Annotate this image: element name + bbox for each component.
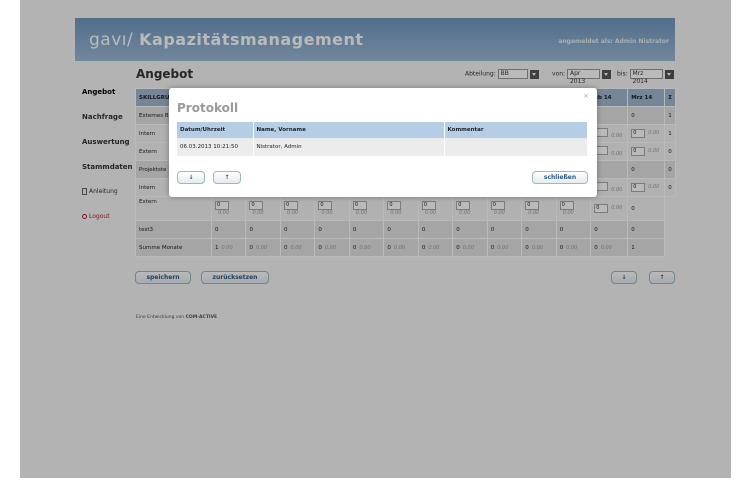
cell-comment <box>444 138 588 156</box>
cell-datetime: 06.03.2013 10:21:50 <box>177 138 254 156</box>
table-row: 06.03.2013 10:21:50 Nistrator, Admin <box>177 138 588 156</box>
close-dialog-button[interactable]: schließen <box>532 171 588 184</box>
dialog-title: Protokoll <box>177 101 239 115</box>
dialog-scroll-up-button[interactable]: ↑ <box>213 171 241 184</box>
modal-backdrop[interactable] <box>20 0 731 478</box>
dialog-scroll-down-button[interactable]: ↓ <box>177 171 205 184</box>
protokoll-table: Datum/Uhrzeit Name, Vorname Kommentar 06… <box>177 122 588 156</box>
protokoll-dialog: Protokoll × Datum/Uhrzeit Name, Vorname … <box>169 88 597 197</box>
column-header-comment: Kommentar <box>444 122 588 138</box>
column-header-datetime: Datum/Uhrzeit <box>177 122 254 138</box>
modal-overlay: Protokoll × Datum/Uhrzeit Name, Vorname … <box>0 0 750 499</box>
close-icon[interactable]: × <box>583 92 589 100</box>
cell-name: Nistrator, Admin <box>253 138 445 156</box>
column-header-name: Name, Vorname <box>253 122 445 138</box>
